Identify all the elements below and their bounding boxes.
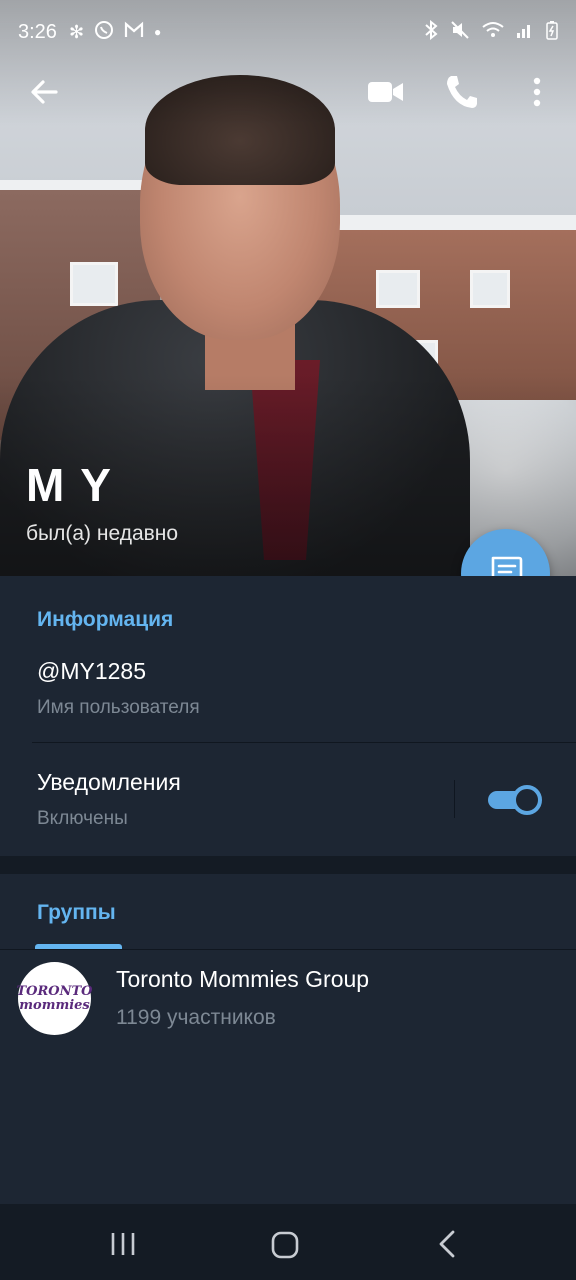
signal-icon <box>516 21 534 44</box>
status-bar: 3:26 ✻ ● <box>0 0 576 64</box>
top-action-bar <box>0 64 576 120</box>
whatsapp-icon <box>94 20 114 45</box>
username-label: Имя пользователя <box>37 697 200 718</box>
notifications-state: Включены <box>37 808 128 829</box>
group-avatar-logo-line1: TORONTO <box>16 983 93 999</box>
group-avatar-logo-line2: mommies <box>19 997 90 1013</box>
notifications-label: Уведомления <box>37 769 181 795</box>
home-icon[interactable] <box>270 1230 300 1260</box>
system-nav-bar <box>0 1204 576 1280</box>
tab-divider <box>0 949 576 950</box>
status-time: 3:26 <box>18 20 57 43</box>
phone-icon[interactable] <box>442 72 480 112</box>
status-left-icons: ✻ ● <box>69 20 161 45</box>
bluetooth-icon <box>424 19 438 45</box>
divider <box>32 742 576 743</box>
dot-icon: ● <box>154 25 162 39</box>
mute-icon <box>450 20 470 45</box>
video-call-icon[interactable] <box>366 76 406 108</box>
info-section-title: Информация <box>37 608 174 631</box>
group-members-count: 1199 участников <box>116 1006 276 1029</box>
group-avatar: TORONTO mommies <box>16 962 93 1035</box>
back-arrow-icon[interactable] <box>26 74 66 110</box>
vertical-separator <box>454 780 455 818</box>
profile-name: M Y <box>26 459 113 511</box>
status-right-icons <box>424 19 558 45</box>
notifications-toggle[interactable] <box>486 783 544 815</box>
last-seen-status: был(а) недавно <box>26 522 179 545</box>
toggle-knob <box>512 785 542 815</box>
more-vert-icon[interactable] <box>522 72 552 112</box>
tab-groups[interactable]: Группы <box>37 901 116 925</box>
wifi-icon <box>482 21 504 44</box>
username-value: @MY1285 <box>37 658 147 684</box>
battery-charging-icon <box>546 20 558 45</box>
section-gap <box>0 856 576 874</box>
fan-icon: ✻ <box>68 21 85 42</box>
group-name: Toronto Mommies Group <box>116 966 370 992</box>
gmail-icon <box>124 21 144 44</box>
back-icon[interactable] <box>436 1228 458 1260</box>
recent-apps-icon[interactable] <box>108 1230 140 1258</box>
